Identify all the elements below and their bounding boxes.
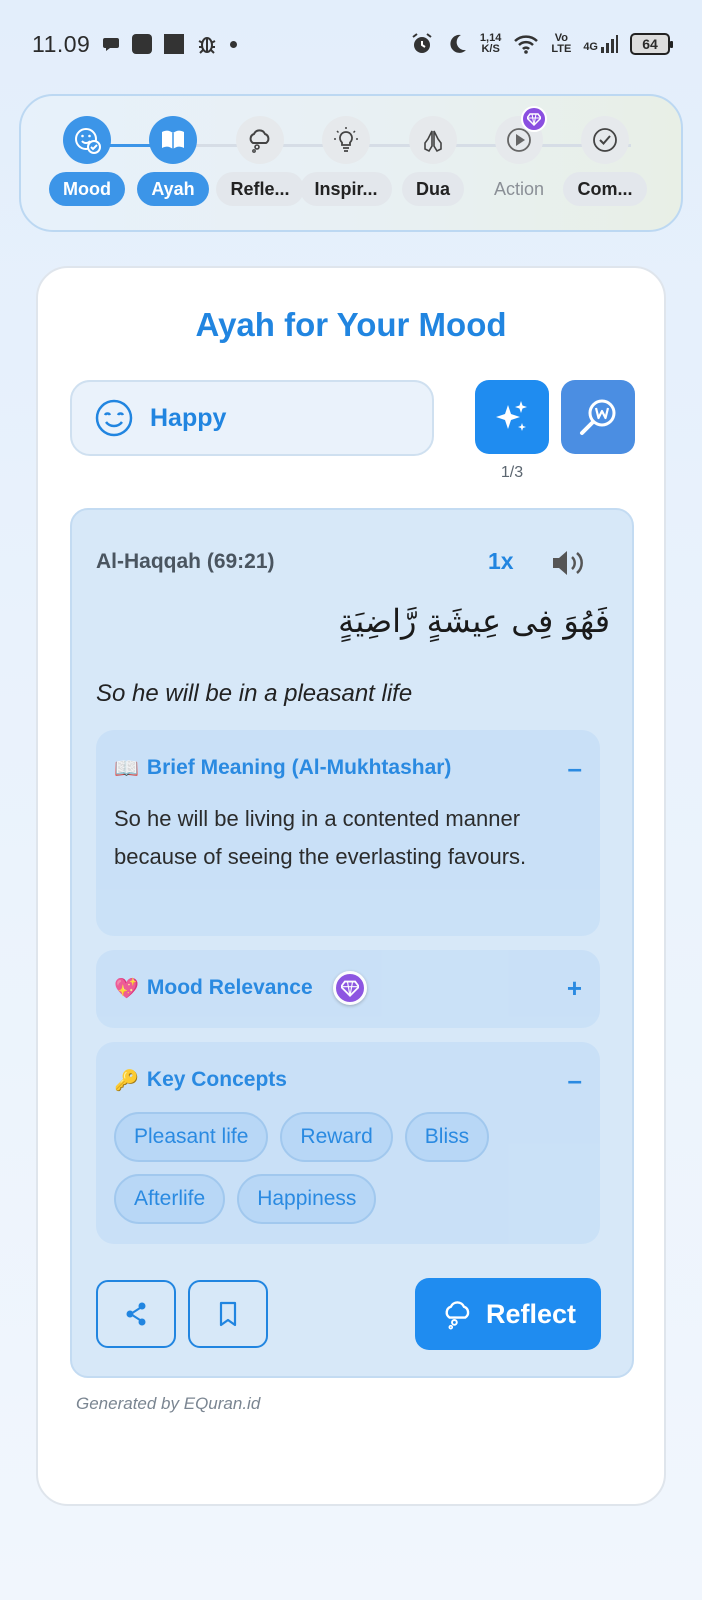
alarm-icon (412, 33, 432, 53)
step-label: Action (493, 178, 545, 199)
lightbulb-icon (334, 127, 358, 152)
brief-meaning-header[interactable]: 📖 Brief Meaning (Al-Mukhtashar) – (114, 730, 582, 806)
step-ayah[interactable]: Ayah (128, 116, 218, 236)
translation-text: So he will be in a pleasant life (96, 680, 413, 707)
app-notification-icon (164, 34, 185, 54)
step-action[interactable]: Action (474, 106, 564, 236)
praying-hands-icon (424, 130, 442, 153)
chat-bubble-icon (103, 38, 120, 51)
play-audio-button[interactable] (550, 548, 588, 583)
concept-chip[interactable]: Happiness (237, 1174, 377, 1224)
step-label: Inspir... (300, 172, 392, 206)
concept-chip[interactable]: Reward (280, 1112, 393, 1162)
ayah-counter: 1/3 (500, 464, 524, 481)
step-dua[interactable]: Dua (388, 116, 478, 236)
step-label: Refle... (216, 172, 304, 206)
word-search-button[interactable] (561, 380, 635, 454)
speaker-icon (553, 551, 583, 575)
status-time: 11.09 (32, 30, 91, 57)
step-circle (63, 116, 111, 164)
step-inspiration[interactable]: Inspir... (300, 116, 392, 236)
expand-toggle[interactable]: + (567, 973, 582, 1004)
brief-meaning-section: 📖 Brief Meaning (Al-Mukhtashar) – So he … (96, 730, 600, 936)
reflect-button[interactable]: Reflect (415, 1278, 601, 1350)
signal-icon: 4G (583, 35, 618, 53)
collapse-toggle[interactable]: – (568, 1065, 582, 1096)
concept-chip[interactable]: Bliss (404, 1112, 490, 1162)
arabic-text: فَهُوَ فِى عِيشَةٍ رَّاضِيَةٍ (338, 602, 610, 640)
step-label: Com... (563, 172, 647, 206)
section-title: Brief Meaning (Al-Mukhtashar) (146, 756, 452, 779)
concept-chip[interactable]: Afterlife (114, 1174, 226, 1224)
net-speed: 1,14 K/S (479, 32, 502, 55)
wifi-icon (514, 35, 539, 54)
diamond-icon (527, 113, 541, 126)
step-complete[interactable]: Com... (560, 116, 650, 236)
smiley-icon (95, 399, 133, 437)
key-concepts-section: 🔑 Key Concepts – Pleasant life Reward Bl… (96, 1042, 600, 1244)
thought-cloud-icon (249, 129, 270, 153)
step-circle (495, 106, 547, 164)
more-notifications-dot (230, 40, 238, 48)
sparkle-icon (496, 401, 527, 431)
bookmark-button[interactable] (188, 1280, 268, 1348)
concept-chip[interactable]: Pleasant life (114, 1112, 269, 1162)
volte-indicator: Vo LTE (551, 32, 572, 55)
moon-icon (450, 34, 466, 53)
ayah-card: Ayah for Your Mood Happy 1/3 Al-Haqqah (… (36, 266, 666, 1506)
key-icon: 🔑 (114, 1069, 139, 1092)
selected-mood[interactable]: Happy (70, 380, 434, 456)
surah-reference: Al-Haqqah (69:21) (96, 550, 275, 573)
mood-check-icon (75, 128, 101, 154)
check-circle-icon (593, 128, 617, 152)
meaning-text: So he will be living in a contented mann… (114, 806, 527, 869)
section-title: Mood Relevance (146, 976, 313, 999)
app-notification-icon (132, 34, 153, 54)
bug-icon (198, 37, 216, 54)
book-icon: 📖 (114, 757, 139, 780)
premium-badge (521, 106, 547, 132)
thought-cloud-icon (445, 1301, 470, 1330)
step-circle (322, 116, 370, 164)
share-icon (126, 1302, 146, 1326)
step-circle (581, 116, 629, 164)
status-right: 1,14 K/S Vo LTE 4G 64 (410, 32, 673, 56)
new-ayah-button[interactable] (475, 380, 549, 454)
bookmark-icon (219, 1301, 237, 1327)
diamond-icon (340, 980, 359, 997)
quran-book-icon (162, 130, 184, 149)
premium-badge (332, 971, 367, 1005)
step-label: Dua (401, 172, 464, 206)
status-bar: 11.09 1,14 K/S Vo LTE 4G 64 (0, 0, 702, 88)
footer-credit: Generated by EQuran.id (76, 1394, 261, 1413)
section-title: Key Concepts (146, 1068, 287, 1091)
battery-icon: 64 (630, 33, 673, 55)
share-button[interactable] (96, 1280, 176, 1348)
step-label: Ayah (137, 172, 209, 206)
word-search-icon (580, 399, 616, 435)
collapse-toggle[interactable]: – (568, 753, 582, 784)
mood-relevance-header[interactable]: 💖 Mood Relevance + (114, 950, 582, 1026)
key-concepts-header[interactable]: 🔑 Key Concepts – (114, 1042, 582, 1118)
ayah-panel: Al-Haqqah (69:21) 1x فَهُوَ فِى عِيشَةٍ … (70, 508, 634, 1378)
step-circle (236, 116, 284, 164)
playback-speed-button[interactable]: 1x (488, 548, 514, 575)
heart-icon: 💖 (114, 977, 139, 1000)
mood-relevance-section: 💖 Mood Relevance + (96, 950, 600, 1028)
status-left: 11.09 (32, 30, 238, 58)
step-reflection[interactable]: Refle... (215, 116, 305, 236)
progress-stepper: Mood Ayah Refle... Inspir... Dua Action … (19, 94, 683, 232)
step-circle (409, 116, 457, 164)
reflect-label: Reflect (485, 1298, 577, 1329)
step-label: Mood (49, 172, 125, 206)
mood-label: Happy (150, 403, 227, 432)
step-circle (149, 116, 197, 164)
concept-chips: Pleasant life Reward Bliss Afterlife Hap… (114, 1112, 584, 1224)
page-title: Ayah for Your Mood (195, 306, 507, 343)
step-mood[interactable]: Mood (42, 116, 132, 236)
